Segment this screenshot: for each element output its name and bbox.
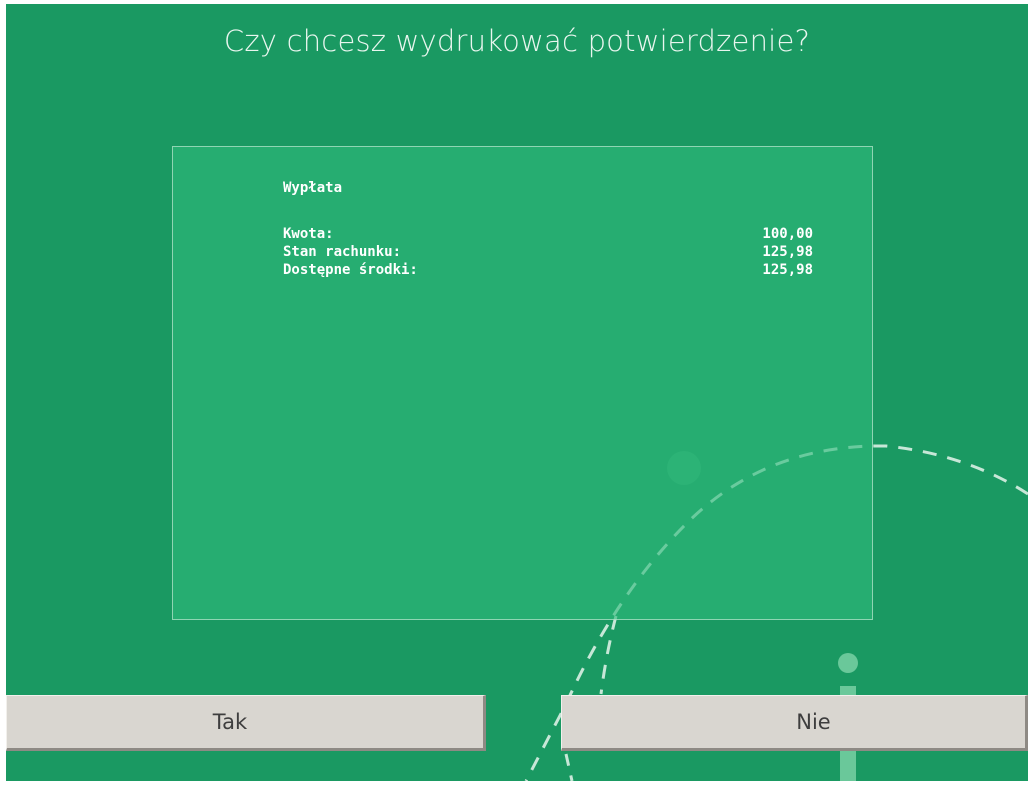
receipt-row-label: Kwota: <box>283 226 334 242</box>
receipt-row-amount: Kwota: 100,00 <box>283 226 813 244</box>
receipt-preview: Wypłata Kwota: 100,00 Stan rachunku: 125… <box>172 146 873 620</box>
receipt-row-value: 125,98 <box>762 262 813 278</box>
receipt-row-value: 125,98 <box>762 244 813 260</box>
dialog-title: Czy chcesz wydrukować potwierdzenie? <box>223 24 811 58</box>
decor-dashed-stub <box>564 753 574 781</box>
yes-button[interactable]: Tak <box>6 695 486 751</box>
decor-dashed-arc-inner <box>599 615 618 695</box>
receipt-heading: Wypłata <box>283 180 343 196</box>
receipt-row-balance: Stan rachunku: 125,98 <box>283 244 813 262</box>
no-button-label: Nie <box>796 710 831 734</box>
no-button[interactable]: Nie <box>561 695 1028 751</box>
yes-button-label: Tak <box>212 710 248 734</box>
decor-dot-small <box>838 653 858 673</box>
receipt-row-label: Stan rachunku: <box>283 244 402 260</box>
receipt-row-label: Dostępne środki: <box>283 262 418 278</box>
atm-screen: Czy chcesz wydrukować potwierdzenie? Wyp… <box>6 4 1028 781</box>
receipt-row-available: Dostępne środki: 125,98 <box>283 262 813 280</box>
receipt-row-value: 100,00 <box>762 226 813 242</box>
